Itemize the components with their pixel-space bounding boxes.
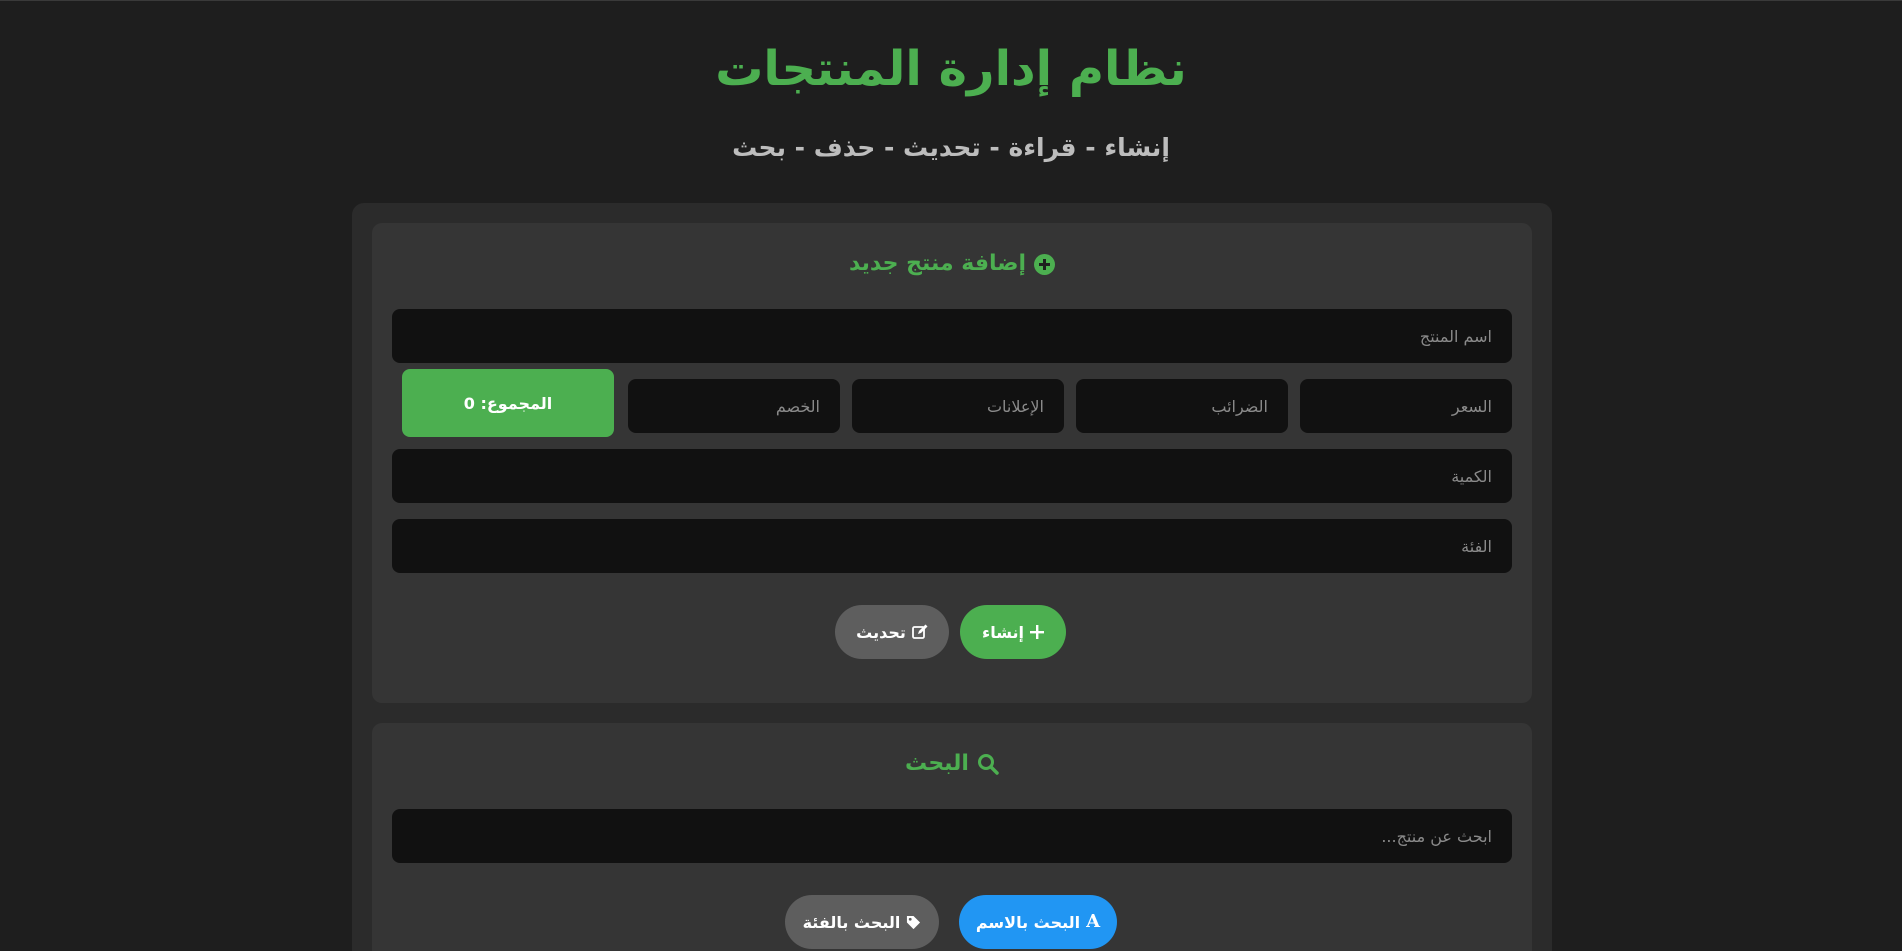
search-input[interactable] <box>392 809 1512 863</box>
search-by-name-label: البحث بالاسم <box>975 912 1081 932</box>
discount-input[interactable] <box>628 379 840 433</box>
plus-icon <box>1029 625 1044 639</box>
search-icon <box>977 753 999 775</box>
search-card-title-text: البحث <box>905 751 969 776</box>
page-subtitle: إنشاء - قراءة - تحديث - حذف - بحث <box>732 133 1170 162</box>
create-card-title-text: إضافة منتج جديد <box>848 251 1027 276</box>
update-button-label: تحديث <box>856 622 906 642</box>
create-button[interactable]: إنشاء <box>960 605 1066 659</box>
page-title: نظام إدارة المنتجات <box>715 41 1187 97</box>
product-name-input[interactable] <box>392 309 1512 363</box>
search-card-title: البحث <box>372 749 1532 779</box>
update-button[interactable]: تحديث <box>835 605 949 659</box>
taxes-input[interactable] <box>1076 379 1288 433</box>
create-card-title: إضافة منتج جديد <box>372 249 1532 279</box>
edit-icon <box>911 624 928 640</box>
main-container: إضافة منتج جديد المجموع: 0 إنشاء تحديث <box>352 203 1552 951</box>
create-button-label: إنشاء <box>982 622 1024 642</box>
price-input[interactable] <box>1300 379 1512 433</box>
search-by-name-button[interactable]: A البحث بالاسم <box>959 895 1117 949</box>
category-input[interactable] <box>392 519 1512 573</box>
tag-icon <box>906 915 921 930</box>
quantity-input[interactable] <box>392 449 1512 503</box>
plus-circle-icon <box>1034 253 1056 275</box>
search-by-category-label: البحث بالفئة <box>802 912 901 932</box>
ads-input[interactable] <box>852 379 1064 433</box>
search-card: البحث A البحث بالاسم البحث بالفئة <box>372 723 1532 951</box>
search-by-category-button[interactable]: البحث بالفئة <box>785 895 939 949</box>
create-product-card: إضافة منتج جديد المجموع: 0 إنشاء تحديث <box>372 223 1532 703</box>
font-icon: A <box>1086 911 1101 932</box>
total-display: المجموع: 0 <box>402 369 614 437</box>
